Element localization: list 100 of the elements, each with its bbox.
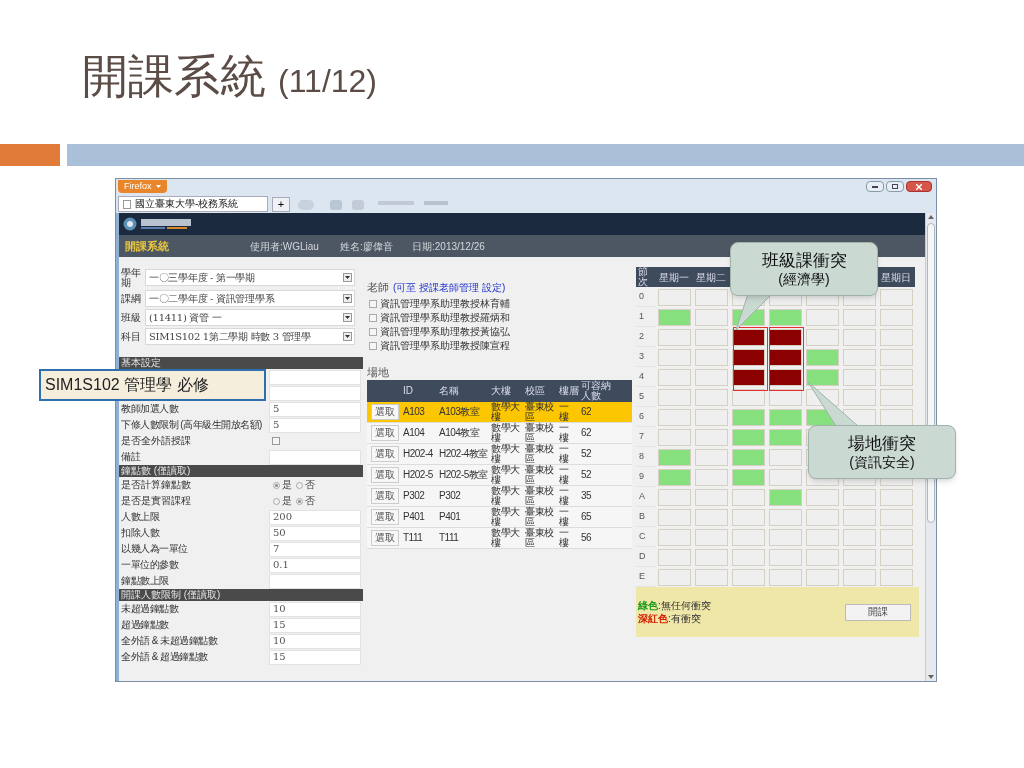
settings-link[interactable]: (可至 授課老師管理 設定) [393,280,506,295]
section-title: 開課人數限制 (僅讀取) [121,590,221,600]
browser-tab[interactable]: 國立臺東大學-校務系統 [118,196,268,212]
table-cell-text: 一樓 [559,402,570,422]
legend-text: :無任何衝突 [658,600,711,611]
table-cell-text: 數學大樓 [491,507,521,527]
new-tab-button[interactable]: + [272,197,290,212]
name-label: 姓名:廖偉音 [340,239,394,254]
table-row[interactable]: 選取 T111 T111 數學大樓 臺東校區 一樓 56 [367,528,632,549]
legend-color-name: 綠色 [638,600,658,611]
field-label: 全外語 & 超過鐘點數 [120,652,209,662]
checkbox-label: 資訊管理學系助理教授林育輔 [380,298,510,309]
field-label: 是否計算鐘點數 [120,480,192,490]
field-label: 教師加選人數 [120,404,180,414]
field-label: 學年期 [121,267,142,288]
label-tooltip: SIM1S102 管理學 必修 [39,369,266,401]
select-field[interactable]: SIM1S102 1第二學期 時數 3 管理學 [145,328,355,345]
field-label: 下修人數限制 (高年級生開放名額) [120,420,263,430]
table-cell-text: 52 [581,470,593,480]
input-field[interactable]: 5 [269,401,361,417]
table-cell-text: T111 [403,533,424,543]
input-field[interactable]: 5 [269,417,361,433]
table-cell-text: A104 [403,428,426,438]
row-label: 8 [639,449,644,463]
option-label: 否 [305,480,315,490]
row-label: 9 [639,469,644,483]
input-field[interactable]: 7 [269,541,361,557]
column-header: 星期二 [696,270,726,285]
table-cell-text: 數學大樓 [491,423,521,443]
table-cell-text: P302 [439,491,462,501]
field-label: 未超過鐘點數 [120,604,180,614]
row-label: 7 [639,429,644,443]
table-cell-text: H202-4 [403,449,434,459]
section-title: 鐘點數 (僅讀取) [121,466,191,476]
table-cell-text: 臺東校區 [525,402,555,422]
field-label: 課綱 [121,293,142,304]
select-field[interactable]: 一〇二學年度 - 資訊管理學系 [145,290,355,307]
legend-text: :有衝突 [668,613,701,624]
table-row[interactable]: 選取 P302 P302 數學大樓 臺東校區 一樓 35 [367,486,632,507]
table-cell-text: H202-5教室 [439,470,489,480]
table-cell-text: 臺東校區 [525,465,555,485]
callout-text: 場地衝突 [848,432,916,454]
input-field[interactable]: 15 [269,617,361,633]
select-field[interactable]: 一〇三學年度 - 第一學期 [145,269,355,286]
app-title: 開課系統 [125,238,170,254]
table-cell-text: 數學大樓 [491,444,521,464]
select-button[interactable]: 選取 [371,446,399,462]
table-row[interactable]: 選取 A104 A104教室 數學大樓 臺東校區 一樓 62 [367,423,632,444]
field-label: 是否全外語授課 [120,436,192,446]
table-cell-text: H202-5 [403,470,434,480]
table-cell-text: 65 [581,512,593,522]
select-button[interactable]: 選取 [371,467,399,483]
field-label: 以幾人為一單位 [120,544,189,554]
callout-text: (經濟學) [778,270,830,289]
table-cell-text: 56 [581,533,593,543]
table-cell-text: 一樓 [559,528,570,548]
table-cell-text: A103教室 [439,407,481,417]
select-button[interactable]: 選取 [371,509,399,525]
table-cell-text: 一樓 [559,465,570,485]
select-field[interactable]: (11411) 資管 一 [145,309,355,326]
select-button[interactable]: 選取 [371,404,399,420]
input-field[interactable]: 200 [269,509,361,525]
table-cell-text: 一樓 [559,444,570,464]
select-button[interactable]: 選取 [371,425,399,441]
table-cell-text: 數學大樓 [491,528,521,548]
field-label: 是否是實習課程 [120,496,192,506]
select-button[interactable]: 選取 [371,530,399,546]
input-field[interactable]: 50 [269,525,361,541]
table-cell-text: P401 [439,512,462,522]
user-label: 使用者:WGLiau [250,239,320,254]
column-header: 名稱 [439,386,460,396]
column-header: 可容納人數 [581,381,612,401]
slide-title: 開課系統 [82,48,266,105]
section-title: 老師 [367,280,389,295]
option-label: 否 [305,496,315,506]
checkbox-label: 資訊管理學系助理教授羅炳和 [380,312,510,323]
input-field[interactable]: 0.1 [269,557,361,573]
table-cell-text: 臺東校區 [525,507,555,527]
input-field[interactable]: 10 [269,633,361,649]
table-cell-text: 臺東校區 [525,486,555,506]
select-button[interactable]: 選取 [371,488,399,504]
option-label: 是 [282,496,292,506]
table-cell-text: H202-4教室 [439,449,489,459]
table-cell-text: 數學大樓 [491,486,521,506]
table-cell-text: 62 [581,428,593,438]
input-field[interactable]: 15 [269,649,361,665]
table-cell-text: 臺東校區 [525,528,555,548]
table-row[interactable]: 選取 P401 P401 數學大樓 臺東校區 一樓 65 [367,507,632,528]
open-course-button[interactable]: 開課 [845,603,911,621]
table-cell-text: 數學大樓 [491,465,521,485]
table-cell-text: T111 [439,533,460,543]
table-cell-text: 35 [581,491,593,501]
row-label: 3 [639,349,644,363]
table-row[interactable]: 選取 A103 A103教室 數學大樓 臺東校區 一樓 62 [367,402,632,423]
table-cell-text: 數學大樓 [491,402,521,422]
column-header: ID [403,386,414,396]
callout-text: (資訊安全) [849,453,915,472]
table-cell-text: P401 [403,512,426,522]
input-field[interactable]: 10 [269,601,361,617]
field-label: 班級 [121,312,142,323]
